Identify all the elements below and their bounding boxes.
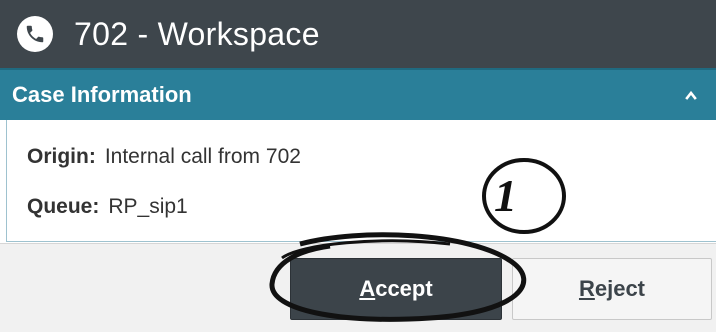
phone-icon [17, 16, 53, 52]
accept-button[interactable]: Accept [290, 258, 502, 320]
case-information-header[interactable]: Case Information [0, 68, 716, 120]
chevron-up-icon[interactable] [682, 88, 700, 102]
queue-row: Queue: RP_sip1 [27, 194, 188, 220]
panel-title: Case Information [12, 82, 192, 107]
action-bar: Accept Reject [0, 243, 716, 332]
title-bar: 702 - Workspace [0, 0, 716, 68]
reject-mnemonic: R [578, 276, 595, 301]
workspace-window: 702 - Workspace Case Information Origin:… [0, 0, 716, 332]
window-title: 702 - Workspace [74, 16, 320, 52]
accept-mnemonic: A [359, 276, 376, 301]
reject-label: eject [594, 276, 646, 301]
origin-row: Origin: Internal call from 702 [27, 144, 301, 170]
step-number: 1 [494, 170, 517, 221]
origin-label: Origin: [27, 145, 96, 168]
case-information-body: Origin: Internal call from 702 Queue: RP_s… [6, 120, 716, 242]
queue-value: RP_sip1 [108, 195, 188, 218]
accept-label: ccept [375, 276, 433, 301]
origin-value: Internal call from 702 [104, 145, 301, 168]
queue-label: Queue: [27, 195, 100, 218]
reject-button[interactable]: Reject [512, 258, 712, 320]
